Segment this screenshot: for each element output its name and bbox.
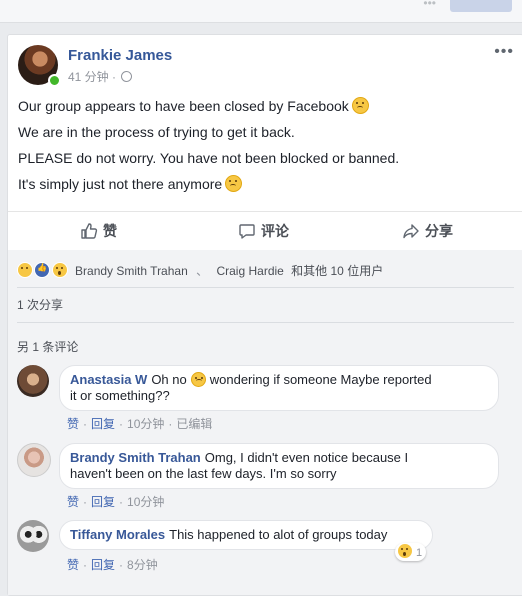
commenter-avatar[interactable] [17, 443, 51, 477]
post-line: PLEASE do not worry. You have not been b… [18, 150, 400, 166]
comment-meta: 赞 · 回复 · 10分钟 · 已编辑 [67, 417, 213, 431]
author-name[interactable]: Frankie James [68, 47, 172, 64]
commenter-name[interactable]: Tiffany Morales [70, 527, 165, 542]
divider [17, 287, 514, 288]
reactors-others: 和其他 10 位用户 [291, 264, 384, 278]
comment-reaction-badge[interactable]: 1 [395, 543, 427, 561]
share-button[interactable]: 分享 [402, 212, 453, 250]
commenter-name[interactable]: Brandy Smith Trahan [70, 450, 201, 465]
comment-reply-link[interactable]: 回复 [91, 558, 115, 572]
online-status-icon [48, 74, 61, 87]
comment-time[interactable]: 8分钟 [127, 558, 158, 572]
post-more-options-icon[interactable]: ••• [494, 43, 514, 61]
like-reaction-icon [34, 262, 51, 278]
wow-reaction-icon [51, 262, 68, 278]
share-arrow-icon [403, 224, 419, 239]
post-card: Frankie James 41 分钟 · ••• Our group appe… [7, 34, 522, 596]
feedback-section: Brandy Smith Trahan 、 Craig Hardie 和其他 1… [8, 250, 522, 595]
comment-bubble: Tiffany Morales This happened to alot of … [59, 520, 433, 550]
post-line: It's simply just not there anymore [18, 171, 498, 197]
wow-reaction-icon [397, 543, 413, 559]
post-actions-bar: 赞 评论 分享 [8, 211, 522, 251]
post-header: Frankie James 41 分钟 · ••• [18, 43, 513, 87]
comment-bubble-icon [239, 224, 255, 239]
post-line: We are in the process of trying to get i… [18, 124, 295, 140]
comment-reply-link[interactable]: 回复 [91, 417, 115, 431]
comment-like-link[interactable]: 赞 [67, 417, 79, 431]
comment-button[interactable]: 评论 [238, 212, 289, 250]
commenter-name[interactable]: Anastasia W [70, 372, 147, 387]
post-time[interactable]: 41 分钟 [68, 70, 109, 84]
globe-icon[interactable] [121, 71, 133, 82]
comment-bubble: Anastasia W Oh no wondering if someone May… [59, 365, 499, 411]
sad-reaction-icon [17, 262, 33, 278]
post-text: Our group appears to have been closed by… [18, 93, 498, 197]
like-button[interactable]: 赞 [80, 212, 117, 250]
thumbs-up-icon [81, 223, 98, 239]
comment-edited-label[interactable]: 已编辑 [176, 417, 212, 431]
sad-face-emoji-icon [190, 372, 206, 387]
divider [17, 322, 514, 323]
reactor-separator: 、 [196, 264, 209, 278]
comment-bubble: Brandy Smith Trahan Omg, I didn't even no… [59, 443, 499, 489]
comment-reply-link[interactable]: 回复 [91, 495, 115, 509]
comment-time[interactable]: 10分钟 [127, 495, 164, 509]
partial-top-dots-icon: ••• [423, 0, 436, 10]
commenter-avatar[interactable] [17, 365, 49, 397]
sad-face-emoji-icon [225, 175, 243, 192]
comment-meta: 赞 · 回复 · 10分钟 [67, 495, 165, 509]
top-strip: ••• [0, 0, 522, 23]
comment-like-link[interactable]: 赞 [67, 558, 79, 572]
comment-like-link[interactable]: 赞 [67, 495, 79, 509]
partial-top-button[interactable] [450, 0, 512, 12]
commenter-avatar[interactable] [17, 520, 49, 552]
comment-meta: 赞 · 回复 · 8分钟 [67, 558, 158, 572]
reactions-summary[interactable]: Brandy Smith Trahan 、 Craig Hardie 和其他 1… [17, 262, 383, 279]
reactor-name: Craig Hardie [216, 264, 284, 278]
post-meta: 41 分钟 · [68, 68, 133, 85]
sad-face-emoji-icon [351, 97, 369, 114]
share-count[interactable]: 1 次分享 [17, 296, 63, 313]
post-line: Our group appears to have been closed by… [18, 93, 498, 119]
reactor-name: Brandy Smith Trahan [75, 264, 188, 278]
view-more-comments-link[interactable]: 另 1 条评论 [17, 338, 78, 355]
comment-time[interactable]: 10分钟 [127, 417, 164, 431]
